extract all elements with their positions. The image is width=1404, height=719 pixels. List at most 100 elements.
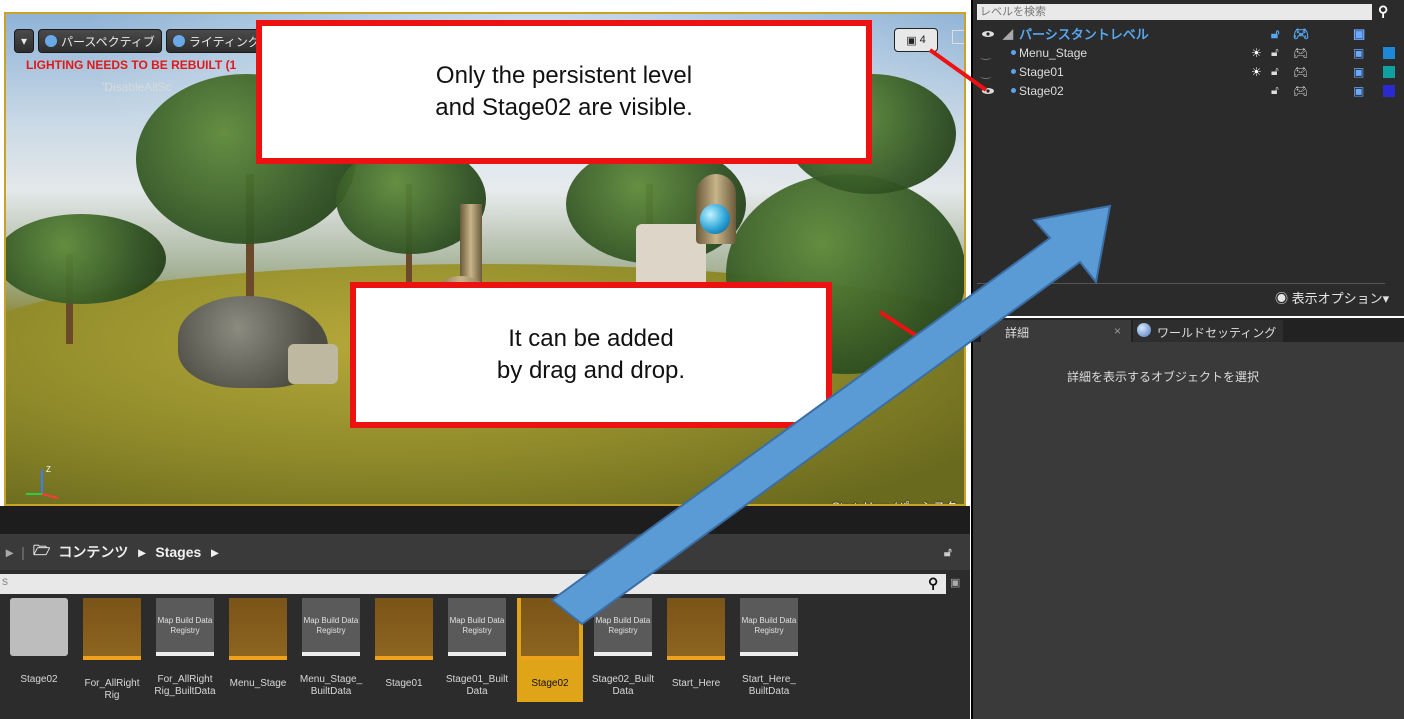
chevron-right-icon[interactable]: ▸ bbox=[211, 544, 218, 561]
level-row[interactable]: Stage02 🔓︎ 🎮︎ ▣ bbox=[981, 81, 1395, 100]
eye-icon[interactable] bbox=[981, 30, 995, 38]
level-map-icon bbox=[667, 598, 725, 660]
eye-icon[interactable] bbox=[981, 87, 995, 95]
stone-well bbox=[288, 344, 338, 384]
perspective-label: パースペクティブ bbox=[61, 34, 155, 49]
asset-search-input[interactable]: s bbox=[0, 574, 946, 594]
camera-speed-button[interactable]: ▣ 4 bbox=[894, 28, 938, 52]
camera-icon: ▣ bbox=[906, 34, 920, 47]
registry-text: Map Build Data Registry bbox=[595, 616, 651, 635]
tab-world-settings[interactable]: ワールドセッティング bbox=[1133, 320, 1283, 342]
divider bbox=[977, 283, 1385, 284]
level-dot bbox=[1011, 69, 1016, 74]
tab-world-settings-label: ワールドセッティング bbox=[1157, 326, 1277, 340]
registry-text: Map Build Data Registry bbox=[303, 616, 359, 635]
lighting-button[interactable]: ライティング bbox=[165, 29, 267, 53]
asset-tile[interactable]: Map Build Data Registry Menu_Stage_ Built… bbox=[298, 598, 364, 702]
eye-icon: ◉ bbox=[1275, 291, 1292, 306]
asset-tile[interactable]: Menu_Stage bbox=[225, 598, 291, 702]
globe-icon bbox=[1137, 323, 1151, 337]
maximize-viewport-icon[interactable] bbox=[952, 30, 964, 44]
save-icon[interactable]: ▣ bbox=[1353, 26, 1365, 42]
level-color-swatch[interactable] bbox=[1383, 65, 1395, 78]
sun-icon: ☀ bbox=[1251, 45, 1262, 60]
chevron-right-icon[interactable]: ▸ bbox=[138, 544, 145, 561]
breadcrumb-stages[interactable]: Stages bbox=[155, 544, 201, 560]
gamepad-icon: 🎮︎ bbox=[1293, 45, 1309, 60]
lighting-warning: LIGHTING NEEDS TO BE REBUILT (1 bbox=[26, 58, 237, 72]
map-build-registry-icon: Map Build Data Registry bbox=[156, 598, 214, 656]
level-search-input[interactable]: レベルを検索 bbox=[977, 4, 1372, 20]
registry-text: Map Build Data Registry bbox=[741, 616, 797, 635]
display-options-button[interactable]: ◉ 表示オプション▾ bbox=[1275, 288, 1389, 307]
asset-label: Stage02_Built Data bbox=[591, 674, 655, 697]
perspective-button[interactable]: パースペクティブ bbox=[38, 29, 162, 53]
separator: | bbox=[21, 544, 25, 560]
asset-label: Stage01 bbox=[385, 678, 423, 689]
folder-icon: 🗁︎ bbox=[32, 542, 51, 558]
close-icon[interactable]: × bbox=[1114, 324, 1121, 338]
collapse-triangle-icon[interactable]: ◢ bbox=[1003, 26, 1013, 42]
map-build-registry-icon: Map Build Data Registry bbox=[448, 598, 506, 656]
asset-tile[interactable]: Map Build Data Registry For_AllRight Rig_… bbox=[152, 598, 218, 702]
level-dot bbox=[1011, 88, 1016, 93]
details-panel: 詳細 × ワールドセッティング 詳細を表示するオブジェクトを選択 bbox=[971, 318, 1404, 719]
asset-label: For_AllRight Rig bbox=[84, 678, 140, 701]
level-color-swatch[interactable] bbox=[1383, 84, 1395, 97]
asset-tile[interactable]: Map Build Data Registry Start_Here_ Built… bbox=[736, 598, 802, 702]
asset-tile[interactable]: Stage01 bbox=[371, 598, 437, 702]
gamepad-icon: 🎮︎ bbox=[1293, 25, 1310, 41]
callout-visible-levels: Only the persistent level and Stage02 ar… bbox=[256, 20, 872, 164]
eye-hidden-icon[interactable]: ‿ bbox=[981, 65, 1011, 79]
level-map-icon bbox=[375, 598, 433, 660]
lighting-label: ライティング bbox=[188, 34, 260, 49]
lighting-subwarning: 'DisableAllSc bbox=[102, 80, 172, 94]
lock-icon[interactable]: 🔓︎ bbox=[944, 545, 952, 560]
save-icon[interactable]: ▣ bbox=[1353, 84, 1364, 98]
lighting-icon bbox=[172, 35, 185, 47]
blue-orb bbox=[700, 204, 730, 234]
lock-icon[interactable]: 🔓︎ bbox=[1271, 26, 1279, 42]
tab-details-label: 詳細 bbox=[1005, 326, 1030, 340]
breadcrumb: ▸ | 🗁︎ コンテンツ ▸ Stages ▸ 🔓︎ bbox=[0, 534, 970, 570]
eye-hidden-icon[interactable]: ‿ bbox=[981, 46, 1011, 60]
level-map-icon bbox=[83, 598, 141, 660]
tree bbox=[6, 214, 166, 304]
viewport-options-button[interactable]: ▾ bbox=[14, 29, 35, 53]
sun-icon: ☀ bbox=[1251, 64, 1262, 79]
tab-details[interactable]: 詳細 × bbox=[981, 320, 1131, 342]
lock-icon[interactable]: 🔓︎ bbox=[1271, 83, 1279, 98]
level-row[interactable]: ‿ Menu_Stage ☀ 🔓︎ 🎮︎ ▣ bbox=[981, 43, 1395, 62]
map-build-registry-icon: Map Build Data Registry bbox=[740, 598, 798, 656]
level-name: Stage02 bbox=[1019, 83, 1064, 98]
asset-tile[interactable]: Start_Here bbox=[663, 598, 729, 702]
level-map-icon bbox=[229, 598, 287, 660]
map-build-registry-icon: Map Build Data Registry bbox=[594, 598, 652, 656]
level-color-swatch[interactable] bbox=[1383, 46, 1395, 59]
levels-panel: レベルを検索 ⚲ ◢ パーシスタントレベル 🔓︎ 🎮︎ ▣ ‿ Menu_Sta… bbox=[971, 0, 1404, 316]
asset-tile[interactable]: Map Build Data Registry Stage01_Built Dat… bbox=[444, 598, 510, 702]
save-icon[interactable]: ▣ bbox=[1353, 46, 1364, 60]
lock-icon[interactable]: 🔓︎ bbox=[1271, 45, 1279, 60]
persistent-level-label: パーシスタントレベル bbox=[1019, 27, 1149, 42]
lock-icon[interactable]: 🔓︎ bbox=[1271, 64, 1279, 79]
level-row-persistent[interactable]: ◢ パーシスタントレベル 🔓︎ 🎮︎ ▣ bbox=[981, 24, 1391, 43]
save-search-icon[interactable]: ▣ bbox=[950, 576, 960, 589]
asset-tile[interactable]: Map Build Data Registry Stage02_Built Dat… bbox=[590, 598, 656, 702]
map-build-registry-icon: Map Build Data Registry bbox=[302, 598, 360, 656]
asset-tile[interactable]: For_AllRight Rig bbox=[79, 598, 145, 702]
asset-label: Stage02 bbox=[20, 674, 58, 685]
registry-text: Map Build Data Registry bbox=[449, 616, 505, 635]
details-empty-message: 詳細を表示するオブジェクトを選択 bbox=[1066, 370, 1259, 384]
save-icon[interactable]: ▣ bbox=[1353, 65, 1364, 79]
search-icon[interactable]: ⚲ bbox=[1378, 3, 1388, 20]
back-arrow-icon[interactable]: ▸ bbox=[6, 544, 13, 561]
level-row[interactable]: ‿ Stage01 ☀ 🔓︎ 🎮︎ ▣ bbox=[981, 62, 1395, 81]
level-name: Menu_Stage bbox=[1019, 45, 1088, 60]
breadcrumb-content[interactable]: コンテンツ bbox=[58, 542, 128, 562]
camera-speed-value: 4 bbox=[919, 34, 926, 46]
asset-tile-selected[interactable]: Stage02 bbox=[517, 598, 583, 702]
asset-tile[interactable]: Stage02 bbox=[6, 598, 72, 702]
search-icon[interactable]: ⚲ bbox=[928, 575, 938, 592]
level-map-icon bbox=[521, 598, 579, 660]
